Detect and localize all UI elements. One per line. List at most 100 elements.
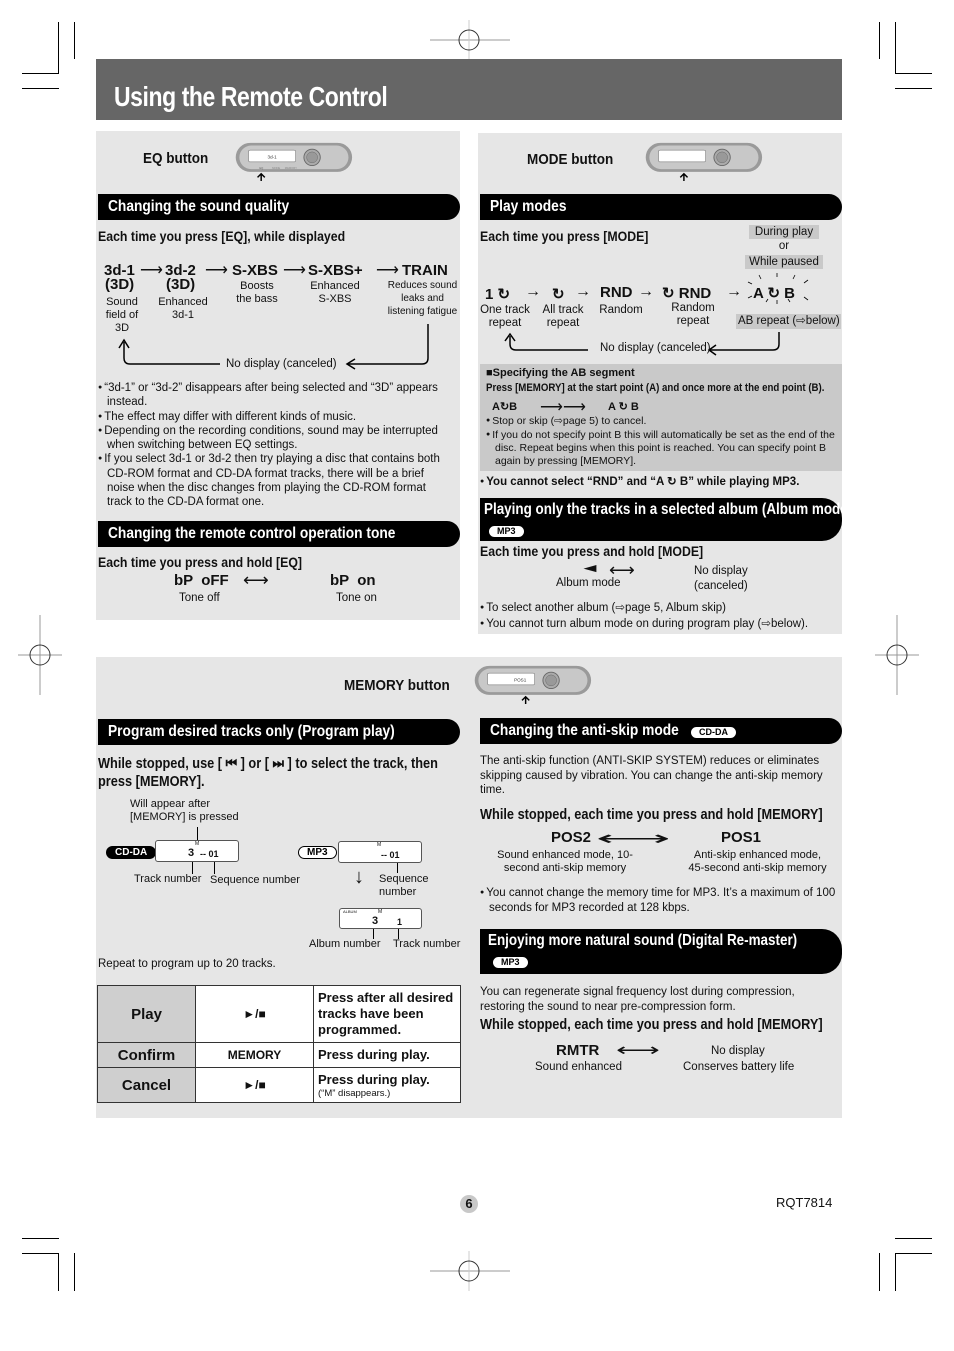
- ab-from-display: A↻B: [492, 401, 518, 413]
- blink-rays-icon: [747, 273, 809, 304]
- mp3-tag: MP3: [298, 846, 337, 859]
- crop-mark: [22, 1238, 59, 1239]
- banner-album-mode: Playing only the tracks in a selected al…: [480, 498, 852, 541]
- program-instruction: While stopped, use [ ⏮ ] or [ ⏭ ] to sel…: [98, 756, 438, 790]
- crop-mark: [879, 1253, 880, 1291]
- eq-mode-sxbs-plus: S-XBS+: [308, 262, 363, 279]
- eq-button-label: EQ button: [143, 150, 209, 167]
- eq-note: “3d-1” or “3d-2” disappears after being …: [98, 381, 454, 410]
- eq-note: The effect may differ with different kin…: [98, 410, 454, 424]
- antiskip-note: You cannot change the memory time for MP…: [480, 886, 840, 915]
- program-table: Play ►/■ Press after all desired tracks …: [97, 985, 461, 1103]
- tone-on-code: bP on: [330, 572, 376, 589]
- repeat-note: Repeat to program up to 20 tracks.: [98, 958, 276, 970]
- eq-notes: “3d-1” or “3d-2” disappears after being …: [98, 381, 454, 510]
- mode-random: RND: [600, 284, 633, 301]
- remote-control-illustration: [645, 142, 763, 181]
- arrow-icon: ⟶: [140, 262, 163, 279]
- tone-off-desc: Tone off: [179, 592, 220, 604]
- eq-mode-sxbs-plus-desc: Enhanced S-XBS: [310, 280, 360, 305]
- pos2-desc: Sound enhanced mode, 10-second anti-skip…: [497, 849, 633, 874]
- crop-mark: [895, 1253, 932, 1254]
- page-title: Using the Remote Control: [114, 81, 388, 112]
- table-cell-desc: Press during play.: [313, 1042, 461, 1068]
- double-arrow-icon: ⟷: [243, 570, 269, 590]
- eq-mode-3d1-sub: (3D): [105, 276, 135, 293]
- eq-loop-label: No display (canceled): [226, 358, 337, 370]
- cdda-tag: CD-DA: [106, 846, 157, 859]
- remote-display-text: POS1: [514, 677, 527, 682]
- ab-notes: Stop or skip (⇨page 5) to cancel. If you…: [486, 414, 836, 468]
- antiskip-intro: The anti-skip function (ANTI-SKIP SYSTEM…: [480, 755, 823, 796]
- eq-mode-sxbs: S-XBS: [232, 262, 278, 279]
- cdda-tag: CD-DA: [690, 726, 737, 739]
- tone-on-desc: Tone on: [336, 592, 377, 604]
- remaster-instruction: While stopped, each time you press and h…: [480, 1017, 823, 1033]
- arrow-icon: ⟶: [205, 262, 228, 279]
- remaster-intro: You can regenerate signal frequency lost…: [480, 986, 795, 1013]
- crop-mark: [895, 1253, 896, 1291]
- table-row: Play ►/■ Press after all desired tracks …: [97, 985, 461, 1043]
- album-cancel-desc: No display (canceled): [694, 565, 748, 592]
- ab-to-display: A ↻ B: [608, 401, 639, 413]
- table-cell-desc: Press after all desired tracks have been…: [313, 985, 461, 1043]
- mode-ab-repeat-desc: AB repeat (⇨below): [736, 314, 841, 329]
- play-stop-key: ►/■: [195, 985, 314, 1043]
- tone-instruction: Each time you press and hold [EQ]: [98, 554, 303, 570]
- mp3-display: M -- 01: [338, 841, 422, 863]
- registration-mark: [875, 615, 919, 695]
- ab-heading: ■Specifying the AB segment: [486, 367, 635, 379]
- double-arrow-icon: ⟷: [616, 1040, 660, 1060]
- arrow-icon: →: [638, 283, 654, 300]
- album-notes: To select another album (⇨page 5, Album …: [480, 600, 842, 632]
- crop-mark: [895, 1238, 932, 1239]
- mode-random-desc: Random: [599, 304, 643, 316]
- crop-mark: [58, 1253, 59, 1291]
- registration-mark: [430, 1251, 510, 1291]
- condition-during-play: During play: [749, 225, 819, 239]
- mp3-tag: MP3: [488, 525, 525, 538]
- table-row: Confirm MEMORY Press during play.: [97, 1042, 461, 1068]
- banner-program-play: Program desired tracks only (Program pla…: [98, 719, 460, 745]
- ab-instruction: Press [MEMORY] at the start point (A) an…: [486, 382, 825, 394]
- crop-mark: [58, 22, 59, 74]
- memory-button-label: MEMORY button: [344, 677, 450, 694]
- mode-all-track: ↻: [552, 286, 565, 303]
- banner-anti-skip: Changing the anti-skip mode CD-DA: [480, 718, 842, 744]
- callout-line: [214, 862, 215, 874]
- table-row: Cancel ►/■ Press during play. (“M” disap…: [97, 1067, 461, 1103]
- double-arrow-icon: ⟷: [596, 828, 671, 850]
- mode-random-repeat: ↻ RND: [662, 285, 712, 302]
- no-display-desc: Conserves battery life: [683, 1061, 795, 1073]
- tone-off-code: bP oFF: [174, 572, 229, 589]
- page-title-bar: Using the Remote Control: [96, 59, 842, 120]
- crop-mark: [879, 22, 880, 59]
- eq-instruction: Each time you press [EQ], while displaye…: [98, 228, 346, 244]
- antiskip-instruction: While stopped, each time you press and h…: [480, 807, 823, 823]
- play-stop-key: ►/■: [195, 1067, 314, 1103]
- mode-all-track-desc: All track repeat: [542, 304, 584, 329]
- cdda-display: M 3 -- 01: [155, 840, 239, 862]
- banner-operation-tone: Changing the remote control operation to…: [98, 521, 460, 547]
- eq-note: If you select 3d-1 or 3d-2 then try play…: [98, 452, 454, 509]
- svg-text:MEMORY: MEMORY: [285, 166, 297, 170]
- mp3-seq-label: Sequence number: [379, 873, 429, 898]
- album-note: You cannot turn album mode on during pro…: [480, 616, 842, 632]
- registration-mark: [430, 20, 510, 60]
- svg-text:EQ: EQ: [259, 166, 263, 170]
- rmtr-code: RMTR: [556, 1042, 600, 1059]
- banner-play-modes: Play modes: [480, 194, 842, 220]
- banner-remaster: Enjoying more natural sound (Digital Re-…: [480, 929, 842, 974]
- down-arrow-icon: ↓: [354, 866, 364, 888]
- album-mode-symbol: ◄: [579, 561, 601, 575]
- mode-random-repeat-desc: Random repeat: [671, 302, 715, 327]
- callout-line: [197, 827, 198, 841]
- eq-mode-3d2-sub: (3D): [166, 276, 196, 293]
- table-cell-action: Play: [97, 985, 196, 1043]
- arrow-icon: →: [525, 283, 541, 300]
- arrow-icon: ⟶: [376, 262, 399, 279]
- condition-while-paused: While paused: [745, 255, 823, 269]
- eq-mode-3d2-desc: Enhanced 3d-1: [158, 296, 208, 321]
- ab-note: Stop or skip (⇨page 5) to cancel.: [486, 414, 836, 428]
- mp3-tag: MP3: [492, 956, 529, 969]
